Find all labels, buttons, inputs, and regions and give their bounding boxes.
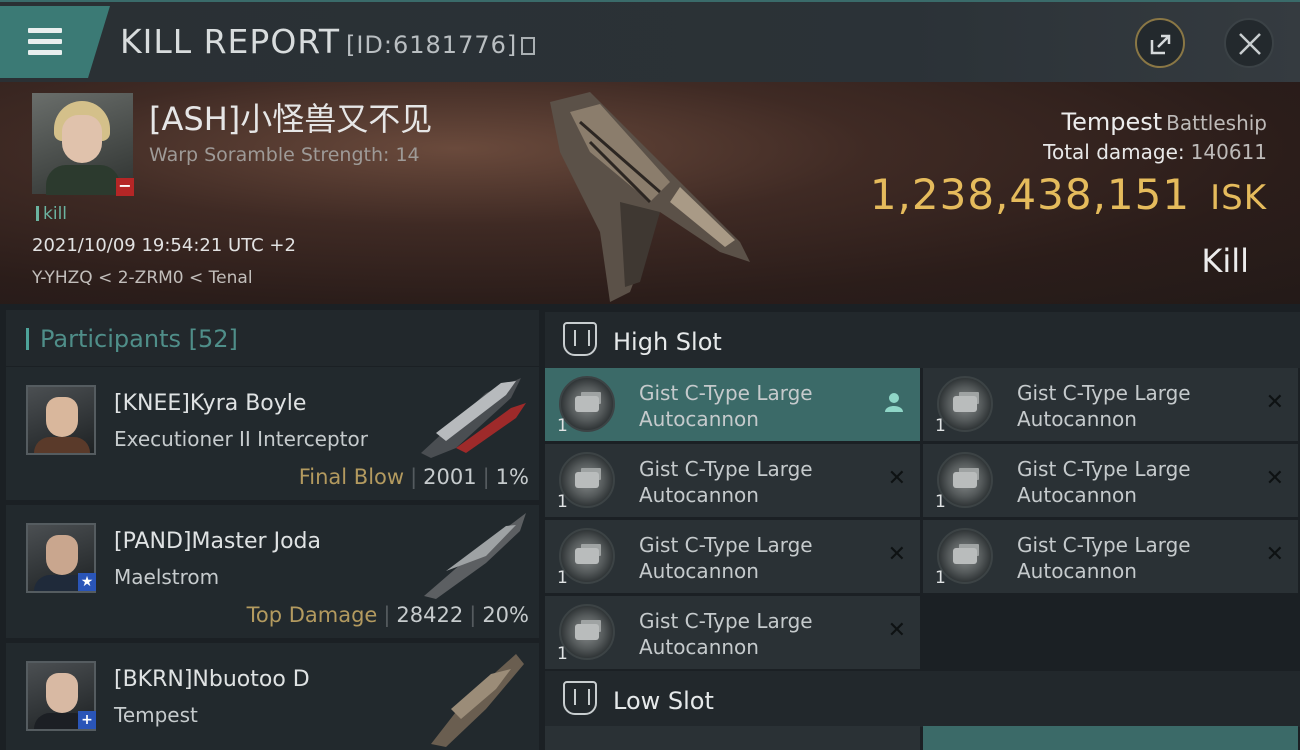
participant-ship-image: [424, 513, 526, 599]
participant-ship: Maelstrom: [114, 565, 220, 589]
victim-ship-image[interactable]: [530, 92, 770, 302]
fitting-panel: High Slot 1 Gist C-Type Large Autocannon…: [545, 310, 1300, 750]
module-item[interactable]: 1 Gist C-Type Large Autocannon ✕: [545, 520, 920, 593]
module-item[interactable]: 1 Gist C-Type Large Autocannon ✕: [923, 368, 1298, 441]
module-item[interactable]: 1 Gist C-Type Large Autocannon ✕: [545, 596, 920, 669]
isk-amount: 1,238,438,151: [869, 170, 1191, 219]
participant-ship: Executioner II Interceptor: [114, 427, 368, 451]
module-name: Gist C-Type Large Autocannon: [1017, 533, 1191, 583]
total-damage: Total damage: 140611: [1043, 140, 1267, 164]
module-item[interactable]: 1 Gist C-Type Large Autocannon: [545, 368, 920, 441]
module-name: Gist C-Type Large Autocannon: [639, 533, 813, 583]
module-quantity: 1: [557, 492, 568, 512]
report-id: [ID:6181776]: [345, 31, 518, 59]
destroyed-x-icon: ✕: [887, 466, 906, 491]
participant-row[interactable]: ★ [PAND]Master Joda Maelstrom Top Damage…: [6, 505, 539, 638]
module-name: Gist C-Type Large Autocannon: [1017, 381, 1191, 431]
total-damage-value: 140611: [1190, 140, 1267, 164]
participant-ship: Tempest: [114, 703, 198, 727]
victim-ship: Tempest Battleship: [1061, 108, 1267, 136]
participant-name[interactable]: [PAND]Master Joda: [114, 529, 321, 554]
module-name: Gist C-Type Large Autocannon: [639, 457, 813, 507]
participant-name[interactable]: [BKRN]Nbuotoo D: [114, 667, 310, 692]
module-quantity: 1: [557, 416, 568, 436]
module-quantity: 1: [557, 568, 568, 588]
module-quantity: 1: [935, 492, 946, 512]
total-damage-label: Total damage:: [1043, 140, 1185, 164]
kill-datetime: 2021/10/09 19:54:21 UTC +2: [32, 235, 296, 256]
ship-class: Battleship: [1166, 111, 1267, 135]
module-item[interactable]: 1 Gist C-Type Large Autocannon ✕: [545, 444, 920, 517]
kill-result: Kill: [1201, 242, 1249, 280]
destroyed-x-icon: ✕: [887, 542, 906, 567]
module-quantity: 1: [935, 568, 946, 588]
participant-name[interactable]: [KNEE]Kyra Boyle: [114, 391, 306, 416]
corp-plus-icon: +: [78, 711, 96, 729]
participants-panel: Participants [52] [KNEE]Kyra Boyle Execu…: [6, 310, 539, 750]
low-slot-header: Low Slot: [545, 671, 1300, 727]
participant-damage: 28422: [396, 603, 464, 627]
close-button[interactable]: [1224, 18, 1274, 68]
destroyed-x-icon: ✕: [1265, 390, 1284, 415]
module-name: Gist C-Type Large Autocannon: [639, 381, 813, 431]
high-slot-header: High Slot: [545, 312, 1300, 368]
top-damage-tag: Top Damage: [246, 603, 378, 627]
destroyed-x-icon: ✕: [1265, 466, 1284, 491]
module-name: Gist C-Type Large Autocannon: [639, 609, 813, 659]
low-slot-label: Low Slot: [613, 687, 714, 715]
module-item-partial[interactable]: [545, 726, 920, 750]
module-quantity: 1: [557, 644, 568, 664]
participant-portrait[interactable]: [26, 385, 96, 455]
standing-minus-icon: −: [116, 178, 134, 196]
destroyed-x-icon: ✕: [887, 618, 906, 643]
menu-button[interactable]: [0, 6, 110, 78]
warp-scramble-strength: Warp Soramble Strength: 14: [149, 144, 420, 166]
isk-unit: ISK: [1210, 178, 1267, 218]
module-quantity: 1: [935, 416, 946, 436]
person-icon: [885, 393, 903, 412]
low-slot-icon: [563, 681, 597, 715]
share-icon: [1150, 34, 1171, 55]
participants-header: Participants [52]: [6, 310, 539, 366]
module-item[interactable]: 1 Gist C-Type Large Autocannon ✕: [923, 444, 1298, 517]
share-button[interactable]: [1135, 18, 1185, 68]
isk-value: 1,238,438,151 ISK: [870, 170, 1267, 219]
participant-percent: 1%: [495, 465, 529, 489]
victim-summary: − [ASH]小怪兽又不见 Warp Soramble Strength: 14…: [0, 82, 1300, 304]
module-name: Gist C-Type Large Autocannon: [1017, 457, 1191, 507]
participant-percent: 20%: [482, 603, 529, 627]
kill-tag: kill: [36, 204, 67, 224]
module-item[interactable]: 1 Gist C-Type Large Autocannon ✕: [923, 520, 1298, 593]
participant-ship-image: [431, 654, 524, 747]
corp-star-icon: ★: [78, 573, 96, 591]
high-slot-label: High Slot: [613, 328, 722, 356]
participant-damage: 2001: [423, 465, 477, 489]
high-slot-icon: [563, 322, 597, 356]
top-bar: KILL REPORT [ID:6181776]: [0, 0, 1300, 82]
ship-name[interactable]: Tempest: [1061, 108, 1162, 136]
participant-stats: Final Blow | 2001 | 1%: [298, 465, 529, 489]
destroyed-x-icon: ✕: [1265, 542, 1284, 567]
kill-location[interactable]: Y-YHZQ < 2-ZRM0 < Tenal: [32, 268, 253, 288]
participant-ship-image: [421, 378, 526, 458]
page-title: KILL REPORT [ID:6181776]: [120, 22, 536, 61]
participants-label: Participants [52]: [40, 325, 238, 353]
close-icon: [1239, 33, 1261, 55]
participant-row[interactable]: [KNEE]Kyra Boyle Executioner II Intercep…: [6, 367, 539, 500]
participant-row[interactable]: + [BKRN]Nbuotoo D Tempest: [6, 643, 539, 750]
copy-icon[interactable]: [521, 37, 536, 55]
participant-stats: Top Damage | 28422 | 20%: [246, 603, 529, 627]
title-text: KILL REPORT: [120, 22, 340, 61]
victim-name[interactable]: [ASH]小怪兽又不见: [149, 94, 432, 140]
final-blow-tag: Final Blow: [298, 465, 405, 489]
module-item-partial[interactable]: [923, 726, 1298, 750]
